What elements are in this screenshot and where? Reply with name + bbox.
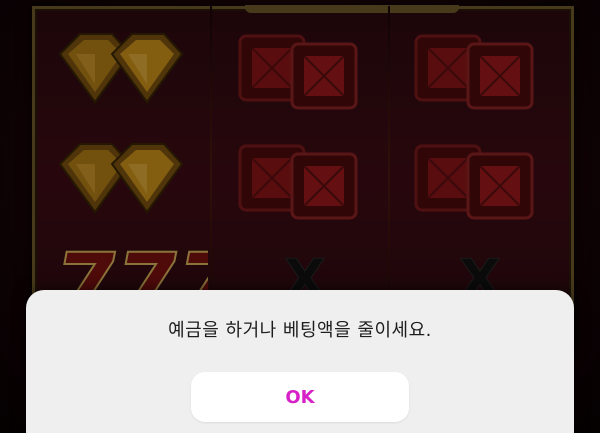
- ok-button[interactable]: OK: [191, 372, 409, 422]
- dialog-message: 예금을 하거나 베팅액을 줄이세요.: [168, 320, 432, 341]
- insufficient-funds-dialog: 예금을 하거나 베팅액을 줄이세요. OK: [26, 290, 574, 433]
- slot-game-screen: 777: [0, 0, 600, 433]
